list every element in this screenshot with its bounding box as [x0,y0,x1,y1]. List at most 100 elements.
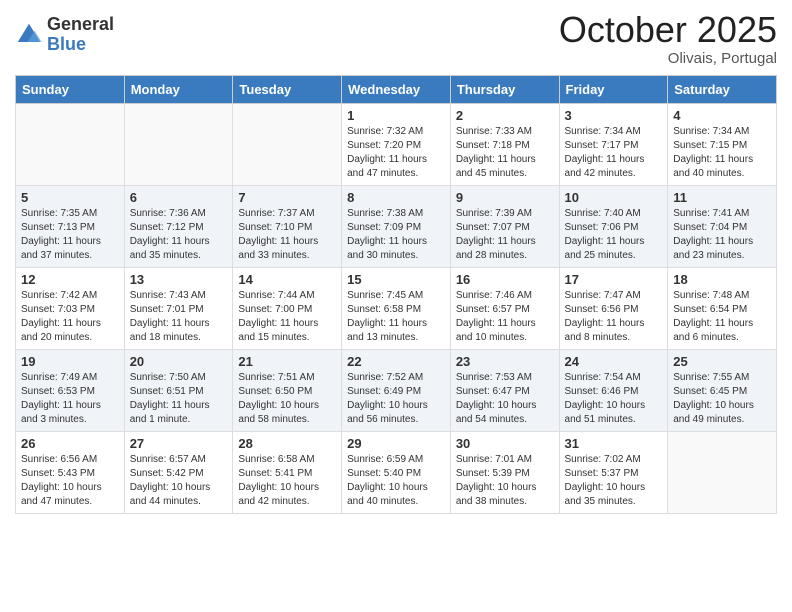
day-info: Sunrise: 6:57 AM Sunset: 5:42 PM Dayligh… [130,453,228,509]
calendar-cell: 18 Sunrise: 7:48 AM Sunset: 6:54 PM Dayli… [668,267,777,349]
calendar-week-1: 1 Sunrise: 7:32 AM Sunset: 7:20 PM Daylig… [16,103,777,185]
col-header-friday: Friday [559,75,668,103]
day-number: 30 [456,436,554,451]
calendar-cell: 10 Sunrise: 7:40 AM Sunset: 7:06 PM Dayli… [559,185,668,267]
day-info: Sunrise: 7:51 AM Sunset: 6:50 PM Dayligh… [238,371,336,427]
calendar-cell: 12Sunrise: 7:42 AM Sunset: 7:03 PM Dayli… [16,267,125,349]
day-info: Sunrise: 7:32 AM Sunset: 7:20 PM Dayligh… [347,125,445,181]
day-info: Sunrise: 7:49 AM Sunset: 6:53 PM Dayligh… [21,371,119,427]
col-header-sunday: Sunday [16,75,125,103]
calendar-week-2: 5 Sunrise: 7:35 AM Sunset: 7:13 PM Daylig… [16,185,777,267]
day-info: Sunrise: 7:48 AM Sunset: 6:54 PM Dayligh… [673,289,771,345]
day-number: 3 [565,108,663,123]
day-info: Sunrise: 7:35 AM Sunset: 7:13 PM Dayligh… [21,207,119,263]
day-info: Sunrise: 7:39 AM Sunset: 7:07 PM Dayligh… [456,207,554,263]
day-number: 11 [673,190,771,205]
day-info: Sunrise: 7:02 AM Sunset: 5:37 PM Dayligh… [565,453,663,509]
day-number: 28 [238,436,336,451]
day-info: Sunrise: 6:59 AM Sunset: 5:40 PM Dayligh… [347,453,445,509]
day-info: Sunrise: 7:43 AM Sunset: 7:01 PM Dayligh… [130,289,228,345]
calendar-cell: 8Sunrise: 7:38 AM Sunset: 7:09 PM Daylig… [342,185,451,267]
day-info: Sunrise: 6:58 AM Sunset: 5:41 PM Dayligh… [238,453,336,509]
title-block: October 2025 Olivais, Portugal [559,10,777,67]
calendar-cell: 17Sunrise: 7:47 AM Sunset: 6:56 PM Dayli… [559,267,668,349]
day-info: Sunrise: 7:42 AM Sunset: 7:03 PM Dayligh… [21,289,119,345]
day-number: 10 [565,190,663,205]
calendar-cell [233,103,342,185]
day-number: 29 [347,436,445,451]
calendar-week-3: 12Sunrise: 7:42 AM Sunset: 7:03 PM Dayli… [16,267,777,349]
col-header-saturday: Saturday [668,75,777,103]
day-info: Sunrise: 7:46 AM Sunset: 6:57 PM Dayligh… [456,289,554,345]
logo-general: General [47,15,114,35]
calendar-cell: 14Sunrise: 7:44 AM Sunset: 7:00 PM Dayli… [233,267,342,349]
day-number: 9 [456,190,554,205]
day-number: 26 [21,436,119,451]
calendar-week-5: 26 Sunrise: 6:56 AM Sunset: 5:43 PM Dayli… [16,431,777,513]
calendar-cell: 6 Sunrise: 7:36 AM Sunset: 7:12 PM Daylig… [124,185,233,267]
calendar-cell: 1 Sunrise: 7:32 AM Sunset: 7:20 PM Daylig… [342,103,451,185]
day-number: 15 [347,272,445,287]
day-info: Sunrise: 7:47 AM Sunset: 6:56 PM Dayligh… [565,289,663,345]
day-number: 7 [238,190,336,205]
page: General Blue October 2025 Olivais, Portu… [0,0,792,612]
day-number: 31 [565,436,663,451]
calendar-cell [124,103,233,185]
calendar-cell: 24Sunrise: 7:54 AM Sunset: 6:46 PM Dayli… [559,349,668,431]
logo-text: General Blue [47,15,114,55]
calendar-table: SundayMondayTuesdayWednesdayThursdayFrid… [15,75,777,514]
day-info: Sunrise: 7:40 AM Sunset: 7:06 PM Dayligh… [565,207,663,263]
calendar-cell: 4Sunrise: 7:34 AM Sunset: 7:15 PM Daylig… [668,103,777,185]
day-info: Sunrise: 7:33 AM Sunset: 7:18 PM Dayligh… [456,125,554,181]
day-number: 5 [21,190,119,205]
month-title: October 2025 [559,10,777,50]
calendar-cell: 30 Sunrise: 7:01 AM Sunset: 5:39 PM Dayli… [450,431,559,513]
day-number: 2 [456,108,554,123]
calendar-cell: 3 Sunrise: 7:34 AM Sunset: 7:17 PM Daylig… [559,103,668,185]
day-info: Sunrise: 7:34 AM Sunset: 7:15 PM Dayligh… [673,125,771,181]
header: General Blue October 2025 Olivais, Portu… [15,10,777,67]
day-number: 20 [130,354,228,369]
calendar-cell [16,103,125,185]
day-number: 18 [673,272,771,287]
calendar-cell: 13 Sunrise: 7:43 AM Sunset: 7:01 PM Dayli… [124,267,233,349]
logo-blue: Blue [47,35,114,55]
day-number: 13 [130,272,228,287]
day-number: 21 [238,354,336,369]
day-info: Sunrise: 7:53 AM Sunset: 6:47 PM Dayligh… [456,371,554,427]
day-info: Sunrise: 7:54 AM Sunset: 6:46 PM Dayligh… [565,371,663,427]
calendar-cell: 20Sunrise: 7:50 AM Sunset: 6:51 PM Dayli… [124,349,233,431]
day-number: 1 [347,108,445,123]
day-number: 6 [130,190,228,205]
day-number: 14 [238,272,336,287]
calendar-cell: 29 Sunrise: 6:59 AM Sunset: 5:40 PM Dayli… [342,431,451,513]
day-number: 27 [130,436,228,451]
logo-icon [15,21,43,49]
calendar-cell: 11Sunrise: 7:41 AM Sunset: 7:04 PM Dayli… [668,185,777,267]
day-number: 8 [347,190,445,205]
calendar-cell: 2 Sunrise: 7:33 AM Sunset: 7:18 PM Daylig… [450,103,559,185]
day-info: Sunrise: 7:36 AM Sunset: 7:12 PM Dayligh… [130,207,228,263]
calendar-cell: 19 Sunrise: 7:49 AM Sunset: 6:53 PM Dayli… [16,349,125,431]
day-info: Sunrise: 7:34 AM Sunset: 7:17 PM Dayligh… [565,125,663,181]
day-info: Sunrise: 7:52 AM Sunset: 6:49 PM Dayligh… [347,371,445,427]
day-number: 23 [456,354,554,369]
day-number: 16 [456,272,554,287]
calendar-header-row: SundayMondayTuesdayWednesdayThursdayFrid… [16,75,777,103]
day-info: Sunrise: 7:37 AM Sunset: 7:10 PM Dayligh… [238,207,336,263]
day-info: Sunrise: 6:56 AM Sunset: 5:43 PM Dayligh… [21,453,119,509]
day-number: 22 [347,354,445,369]
calendar-cell: 15 Sunrise: 7:45 AM Sunset: 6:58 PM Dayli… [342,267,451,349]
calendar-cell: 22 Sunrise: 7:52 AM Sunset: 6:49 PM Dayli… [342,349,451,431]
day-number: 19 [21,354,119,369]
day-info: Sunrise: 7:45 AM Sunset: 6:58 PM Dayligh… [347,289,445,345]
col-header-tuesday: Tuesday [233,75,342,103]
calendar-cell: 16 Sunrise: 7:46 AM Sunset: 6:57 PM Dayli… [450,267,559,349]
calendar-cell: 5 Sunrise: 7:35 AM Sunset: 7:13 PM Daylig… [16,185,125,267]
calendar-cell: 27 Sunrise: 6:57 AM Sunset: 5:42 PM Dayli… [124,431,233,513]
day-info: Sunrise: 7:01 AM Sunset: 5:39 PM Dayligh… [456,453,554,509]
calendar-cell: 9 Sunrise: 7:39 AM Sunset: 7:07 PM Daylig… [450,185,559,267]
col-header-wednesday: Wednesday [342,75,451,103]
logo: General Blue [15,15,114,55]
calendar-cell: 25Sunrise: 7:55 AM Sunset: 6:45 PM Dayli… [668,349,777,431]
